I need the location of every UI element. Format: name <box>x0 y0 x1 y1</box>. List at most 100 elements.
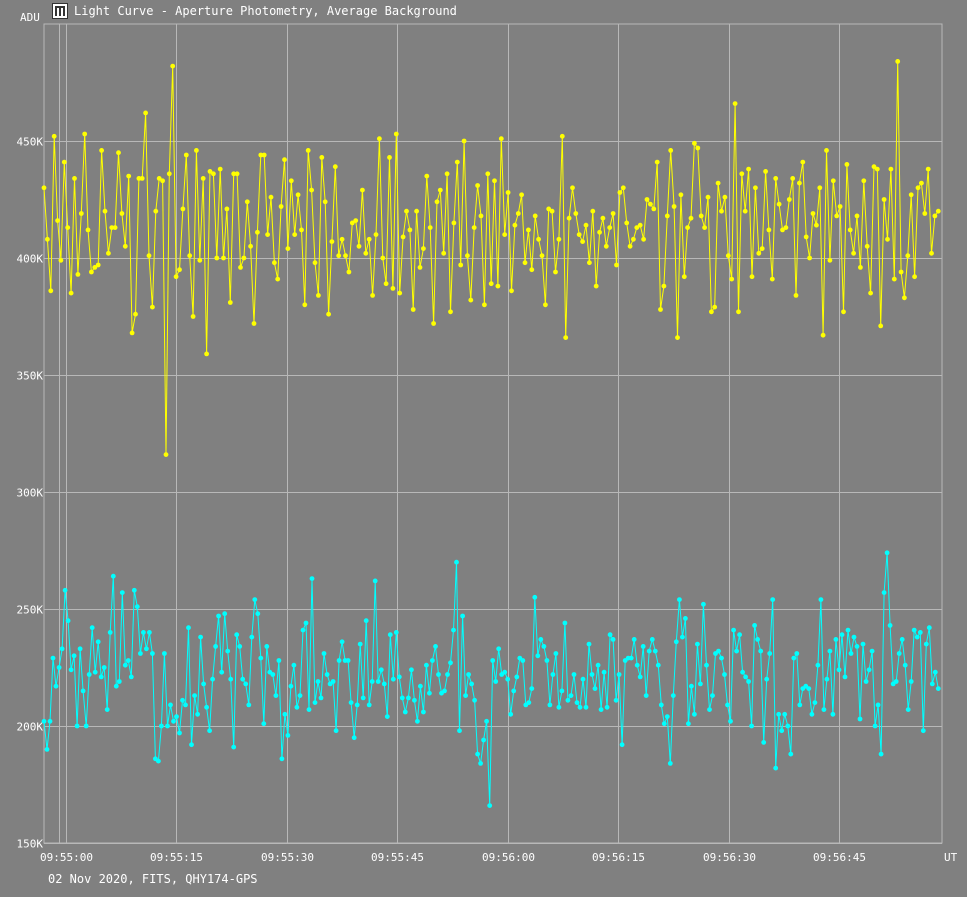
data-point <box>677 597 682 602</box>
data-point <box>790 176 796 181</box>
data-point <box>920 728 926 734</box>
data-point <box>431 321 436 326</box>
data-point <box>559 688 565 694</box>
data-point <box>333 728 339 734</box>
data-point <box>400 234 406 240</box>
data-point <box>556 236 562 242</box>
data-point <box>824 148 829 153</box>
data-point <box>444 171 450 177</box>
data-point <box>592 686 598 691</box>
data-point <box>381 681 387 687</box>
data-point <box>421 709 426 715</box>
data-point <box>227 300 233 305</box>
data-point <box>170 63 176 69</box>
data-point <box>65 225 71 231</box>
data-point <box>631 236 636 242</box>
data-point <box>502 232 508 238</box>
data-point <box>387 632 393 638</box>
data-point <box>68 290 74 296</box>
data-point <box>776 711 782 717</box>
data-point <box>648 201 653 207</box>
data-point <box>722 194 728 200</box>
data-point <box>688 215 694 221</box>
data-point <box>577 704 583 710</box>
data-point <box>95 639 101 645</box>
data-point <box>354 702 360 708</box>
data-point <box>776 201 782 207</box>
data-point <box>529 267 535 273</box>
data-point <box>297 693 303 698</box>
y-tick-label: 200K <box>17 721 44 734</box>
data-point <box>51 133 57 139</box>
data-point <box>845 627 851 633</box>
data-point <box>369 679 375 684</box>
data-point <box>463 693 468 698</box>
data-point <box>695 145 701 151</box>
data-point <box>779 728 785 734</box>
data-point <box>102 208 108 214</box>
window-title: Light Curve - Aperture Photometry, Avera… <box>74 4 457 18</box>
data-point <box>377 136 382 142</box>
data-point <box>186 625 191 631</box>
data-point <box>363 250 369 256</box>
data-point <box>234 632 240 638</box>
data-point <box>932 213 938 219</box>
data-point <box>810 211 816 216</box>
data-point <box>797 180 802 186</box>
data-point <box>461 138 467 144</box>
data-point <box>640 644 646 649</box>
data-point <box>174 714 179 719</box>
light-curve-chart: 150K 200K 250K 300K 350K 400K 450K 09:55:00 09:5… <box>17 11 958 864</box>
data-point <box>285 733 291 738</box>
data-point <box>160 178 166 184</box>
data-point <box>746 166 751 172</box>
data-point <box>183 152 189 158</box>
data-point <box>604 704 610 710</box>
data-point <box>139 176 145 181</box>
data-point <box>915 185 921 191</box>
data-point <box>598 707 604 712</box>
data-point <box>264 644 270 649</box>
data-point <box>761 740 767 745</box>
data-point <box>522 260 528 266</box>
data-point <box>898 269 904 275</box>
data-point <box>255 229 260 235</box>
data-point <box>556 704 562 710</box>
data-point <box>661 283 667 289</box>
data-point <box>143 110 149 116</box>
data-point <box>244 199 250 205</box>
y-tick-label: 250K <box>17 604 44 617</box>
data-point <box>98 674 104 680</box>
data-point <box>406 695 411 701</box>
data-point <box>213 644 219 649</box>
x-tick-label: 09:56:30 <box>703 851 756 864</box>
data-point <box>752 623 757 628</box>
footer-caption: 02 Nov 2020, FITS, QHY174-GPS <box>48 872 258 886</box>
data-point <box>478 213 484 219</box>
data-point <box>794 651 800 656</box>
data-point <box>414 208 419 214</box>
data-point <box>56 665 62 670</box>
data-point <box>529 686 535 691</box>
data-point <box>573 211 579 216</box>
data-point <box>77 646 83 652</box>
data-point <box>261 721 267 727</box>
data-point <box>71 653 77 659</box>
data-point <box>502 669 508 675</box>
data-point <box>249 634 255 640</box>
data-point <box>61 159 67 165</box>
light-curve-app-icon[interactable] <box>52 3 68 19</box>
data-point <box>570 185 575 191</box>
data-point <box>764 676 770 682</box>
data-point <box>128 674 134 680</box>
data-point <box>466 672 471 677</box>
data-point <box>737 632 742 638</box>
data-point <box>243 681 249 687</box>
data-point <box>469 681 474 687</box>
data-point <box>156 758 161 764</box>
data-point <box>824 676 830 682</box>
data-point <box>72 176 77 181</box>
data-point <box>758 648 764 654</box>
data-point <box>454 159 460 165</box>
data-point <box>536 236 541 242</box>
